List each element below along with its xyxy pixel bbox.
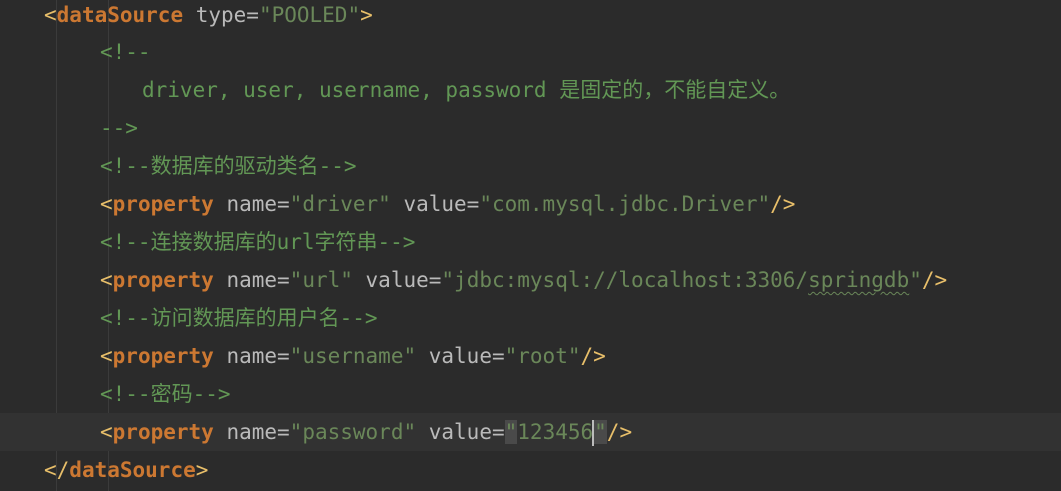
attribute-name: value=: [352, 268, 442, 292]
comment-open: <!--: [100, 40, 151, 64]
attribute-name: name=: [213, 192, 290, 216]
attribute-name: name=: [213, 420, 290, 444]
tag-bracket: />: [770, 192, 796, 216]
code-line[interactable]: <!--连接数据库的url字符串-->: [0, 223, 1061, 261]
attribute-value: "username": [289, 344, 417, 368]
tag-bracket: <: [44, 3, 57, 27]
attribute-value: "POOLED": [258, 3, 361, 27]
tag-bracket: />: [921, 268, 948, 292]
attribute-value: "driver": [289, 192, 391, 216]
attribute-name: name=: [213, 268, 290, 292]
attribute-value: "password": [289, 420, 417, 444]
code-line[interactable]: <!--密码-->: [0, 375, 1061, 413]
tag-name: property: [112, 344, 214, 368]
tag-bracket: </: [44, 458, 70, 482]
comment-driver: <!--数据库的驱动类名-->: [100, 154, 357, 178]
comment-password: <!--密码-->: [100, 382, 231, 406]
tag-name: dataSource: [69, 458, 196, 482]
attribute-name: value=: [416, 420, 505, 444]
code-line[interactable]: <property name="username" value="root"/>: [0, 337, 1061, 375]
code-line[interactable]: <!--访问数据库的用户名-->: [0, 299, 1061, 337]
code-line[interactable]: <dataSource type="POOLED">: [0, 0, 1061, 34]
code-line-current[interactable]: <property name="password" value="123456"…: [0, 413, 1061, 451]
matched-quote: ": [504, 420, 518, 444]
matched-quote: ": [594, 420, 607, 444]
tag-bracket: <: [100, 344, 113, 368]
tag-bracket: >: [195, 458, 209, 482]
code-line[interactable]: -->: [0, 109, 1061, 147]
attribute-value: ": [909, 268, 922, 292]
attribute-name: value=: [390, 192, 480, 216]
tag-name: dataSource: [56, 3, 184, 27]
attribute-value: 123456: [517, 420, 594, 444]
tag-name: property: [112, 192, 214, 216]
comment-close: -->: [100, 116, 138, 140]
comment-url: <!--连接数据库的url字符串-->: [100, 230, 416, 254]
tag-name: property: [112, 420, 214, 444]
comment-username: <!--访问数据库的用户名-->: [100, 306, 378, 330]
tag-bracket: />: [580, 344, 606, 368]
code-line[interactable]: <!--数据库的驱动类名-->: [0, 147, 1061, 185]
tag-bracket: >: [360, 3, 373, 27]
attribute-value: "com.mysql.jdbc.Driver": [479, 192, 771, 216]
comment-text: driver, user, username, password 是固定的，不能…: [142, 78, 791, 102]
code-editor[interactable]: <dataSource type="POOLED"> <!-- driver, …: [0, 0, 1061, 491]
code-line[interactable]: <property name="url" value="jdbc:mysql:/…: [0, 261, 1061, 299]
attribute-name: value=: [416, 344, 505, 368]
code-line[interactable]: </dataSource>: [0, 451, 1061, 489]
tag-bracket: <: [100, 192, 113, 216]
attribute-name: name=: [213, 344, 290, 368]
tag-name: property: [112, 268, 214, 292]
attribute-value: "jdbc:mysql://localhost:3306/: [441, 268, 809, 292]
tag-bracket: <: [100, 268, 113, 292]
code-line[interactable]: <property name="driver" value="com.mysql…: [0, 185, 1061, 223]
tag-bracket: <: [100, 420, 113, 444]
tag-bracket: />: [606, 420, 633, 444]
attribute-value: "url": [289, 268, 353, 292]
code-line[interactable]: driver, user, username, password 是固定的，不能…: [0, 71, 1061, 109]
attribute-value: "root": [504, 344, 581, 368]
code-line[interactable]: <!--: [0, 33, 1061, 71]
attribute-name: type=: [183, 3, 259, 27]
spellcheck-word: springdb: [808, 268, 910, 292]
